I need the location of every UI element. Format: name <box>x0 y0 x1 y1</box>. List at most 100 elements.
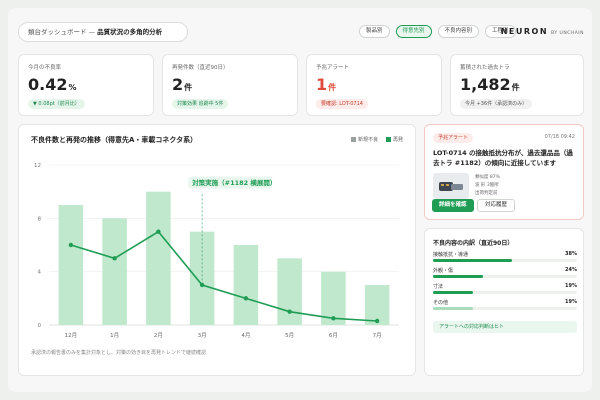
recurrence-point <box>112 256 117 261</box>
x-tick-label: 1月 <box>110 332 119 339</box>
kpi-label: 予兆アラート <box>316 65 350 71</box>
kpi-number: 1,482 <box>460 75 511 94</box>
top-bar: 類台ダッシュボード — 品質状況の多角的分析 製品別 得意先別 不良内容別 工程… <box>18 22 584 44</box>
x-tick-label: 4月 <box>241 332 250 339</box>
recurrence-point <box>374 318 380 324</box>
breakdown-bar-track <box>433 259 577 262</box>
alert-meta-waveform: 波 形 3箇所 <box>475 183 499 188</box>
kpi-number: 0.42 <box>28 75 68 94</box>
recurrence-point <box>68 242 74 248</box>
trend-chart: 0 4 8 12 12月 1月 2月 3月 4月 5月 6月 7月 対策実施（#1182 横展開） <box>34 163 399 339</box>
legend-swatch-new <box>350 136 356 142</box>
kpi-label: 再発件数（直近90日） <box>172 65 229 71</box>
view-tabs: 製品別 得意先別 不良内容別 工程別 <box>359 25 516 38</box>
recurrence-point <box>287 309 292 314</box>
kpi-label: 今月の不良率 <box>28 65 62 71</box>
kpi-label: 蓄積された過去トラ <box>460 65 510 71</box>
kpi-alert-badge[interactable]: 要確認: LOT-0714 <box>316 99 368 109</box>
breakdown-bar-fill <box>433 259 513 262</box>
chart-legend: 新規不良 再発 <box>350 136 403 143</box>
breakdown-row-percent: 19% <box>565 283 577 289</box>
y-tick-label: 12 <box>34 163 41 169</box>
chart-title: 不良件数と再発の推移（得意先A・車載コネクタ系） <box>31 136 198 144</box>
kpi-unit: % <box>68 83 77 92</box>
breakdown-title: 不良内容の内訳（直近90日） <box>433 240 514 247</box>
alert-meta-status: 出荷判定前 <box>475 191 498 196</box>
page-title: 類台ダッシュボード — 品質状況の多角的分析 <box>18 22 188 42</box>
y-tick-label: 0 <box>38 323 42 329</box>
bar <box>277 258 302 325</box>
response-history-button[interactable]: 対応履歴 <box>477 199 516 212</box>
alert-timestamp: 07/18 09:42 <box>544 134 575 140</box>
x-tick-label: 2月 <box>154 332 163 339</box>
brand-logo-sub: BY UNCHAIN <box>551 31 584 36</box>
breakdown-row-name: 寸法 <box>433 284 444 290</box>
bar <box>146 191 171 325</box>
bar <box>189 231 215 325</box>
kpi-status-badge: 対策効果 追跡中 5件 <box>172 99 229 109</box>
breakdown-row-percent: 38% <box>565 251 577 257</box>
kpi-number: 1 <box>316 75 328 94</box>
breakdown-row-percent: 24% <box>565 267 577 273</box>
kpi-value: 2件 <box>172 75 192 94</box>
kpi-value: 0.42% <box>28 75 77 94</box>
breakdown-bar-fill <box>433 275 484 278</box>
legend-label-new: 新規不良 <box>357 137 378 143</box>
kpi-unit: 件 <box>184 83 193 92</box>
kpi-card-recurrence: 再発件数（直近90日） 2件 対策効果 追跡中 5件 <box>162 54 298 116</box>
bar <box>58 205 84 325</box>
human-judgement-link[interactable]: アラートへの対応判断はヒト <box>433 321 577 333</box>
x-tick-label: 12月 <box>65 332 78 339</box>
breakdown-bar-track <box>433 307 577 310</box>
y-tick-label: 4 <box>38 270 42 276</box>
kpi-value: 1件 <box>316 75 336 94</box>
recurrence-point <box>156 229 161 234</box>
brand-logo-text: NEURON <box>500 27 549 36</box>
breakdown-bar-fill <box>433 291 473 294</box>
legend-item-new: 新規不良 <box>350 136 378 143</box>
bar <box>233 245 259 325</box>
kpi-unit: 件 <box>511 83 520 92</box>
defect-breakdown-card: 不良内容の内訳（直近90日） 接触抵抗・導通 38% 外観・傷 24% 寸法 1… <box>424 228 584 376</box>
tab-by-defect-type[interactable]: 不良内容別 <box>437 25 480 38</box>
connector-icon <box>439 182 463 191</box>
alert-title: LOT-0714 の接触抵抗分布が、過去還品品（過去トラ #1182）の傾向に近… <box>433 149 573 167</box>
view-details-button[interactable]: 詳細を確認 <box>432 199 474 212</box>
kpi-card-alerts: 予兆アラート 1件 要確認: LOT-0714 <box>306 54 442 116</box>
breakdown-bar-fill <box>433 307 473 310</box>
chart-footnote: 承認済の報告書のみを集計対象とし、対策の効き目を再発トレンドで継続確認 <box>31 350 207 356</box>
recurrence-point <box>243 296 249 301</box>
x-tick-label: 5月 <box>285 332 294 339</box>
recurrence-point <box>331 316 336 321</box>
page-title-prefix: 類台ダッシュボード — <box>28 28 98 36</box>
breakdown-row-name: その他 <box>433 300 449 306</box>
breakdown-row-name: 接触抵抗・導通 <box>433 252 469 258</box>
legend-swatch-recurrence <box>385 136 391 142</box>
tab-by-product[interactable]: 製品別 <box>359 25 390 38</box>
legend-label-recurrence: 再発 <box>392 137 403 143</box>
kpi-delta-badge: ▼ 0.08pt（前月比） <box>28 99 85 109</box>
connector-thumbnail <box>433 173 469 199</box>
legend-item-recurrence: 再発 <box>385 136 403 143</box>
breakdown-bar-track <box>433 275 577 278</box>
y-tick-label: 8 <box>38 216 42 222</box>
kpi-card-defect-rate: 今月の不良率 0.42% ▼ 0.08pt（前月比） <box>18 54 154 116</box>
kpi-value: 1,482件 <box>460 75 520 94</box>
page-title-main: 品質状況の多角的分析 <box>97 28 163 36</box>
bar <box>102 218 127 325</box>
tab-by-customer[interactable]: 得意先別 <box>395 25 432 38</box>
kpi-count-badge: 今月 +36件（承認済のみ） <box>460 99 533 109</box>
trend-chart-card: 不良件数と再発の推移（得意先A・車載コネクタ系） 新規不良 再発 0 4 8 12 12… <box>18 124 416 376</box>
alert-meta-similarity: 類似度 87% <box>475 175 500 180</box>
brand-logo: NEURON BY UNCHAIN <box>501 27 584 36</box>
kpi-number: 2 <box>172 75 184 94</box>
x-tick-label: 7月 <box>373 332 382 339</box>
x-tick-label: 3月 <box>198 332 207 339</box>
x-tick-label: 6月 <box>329 332 338 339</box>
breakdown-row-name: 外観・傷 <box>433 268 454 274</box>
breakdown-row-percent: 19% <box>565 299 577 305</box>
kpi-unit: 件 <box>328 83 337 92</box>
kpi-card-past-troubles: 蓄積された過去トラ 1,482件 今月 +36件（承認済のみ） <box>450 54 584 116</box>
annotation-label: 対策実施（#1182 横展開） <box>191 178 276 187</box>
alert-badge: 予兆アラート <box>433 133 474 143</box>
